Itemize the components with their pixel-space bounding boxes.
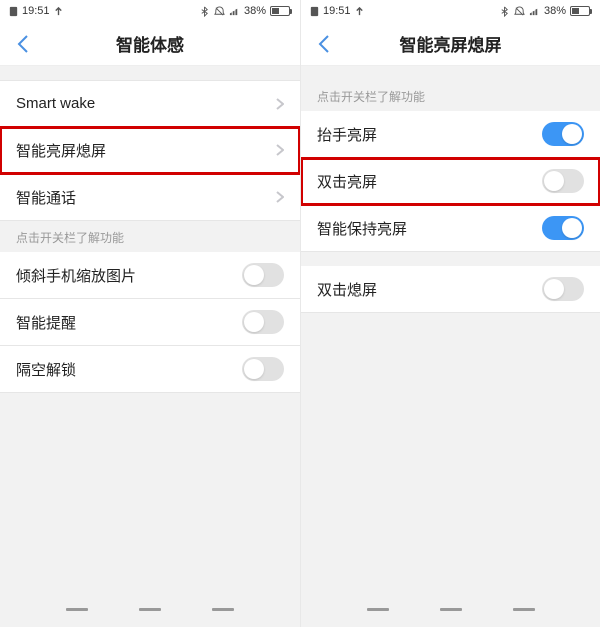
nav-bar — [0, 597, 300, 621]
nav-bar — [301, 597, 600, 621]
row-label: 隔空解锁 — [16, 359, 76, 380]
section-hint: 点击开关栏了解功能 — [0, 221, 300, 252]
row-smart-call[interactable]: 智能通话 — [0, 174, 300, 221]
chevron-left-icon — [16, 34, 30, 54]
row-smart-remind[interactable]: 智能提醒 — [0, 299, 300, 346]
row-label: 抬手亮屏 — [317, 124, 377, 145]
arrow-up-icon — [354, 6, 365, 17]
nav-home[interactable] — [139, 608, 161, 611]
toggle-smart-stay[interactable] — [542, 216, 584, 240]
phone-left: 19:51 38% 智能体感 Smart wake 智能亮屏熄屏 智能通 — [0, 0, 300, 627]
page-title: 智能体感 — [116, 31, 184, 56]
battery-icon — [270, 6, 292, 16]
bluetooth-icon — [199, 6, 210, 17]
dnd-icon — [514, 6, 525, 17]
nav-back[interactable] — [367, 608, 389, 611]
row-label: 智能通话 — [16, 187, 76, 208]
toggle-tilt-zoom[interactable] — [242, 263, 284, 287]
status-bar: 19:51 38% — [0, 0, 300, 22]
battery-percent: 38% — [544, 5, 566, 17]
row-air-unlock[interactable]: 隔空解锁 — [0, 346, 300, 393]
nav-home[interactable] — [440, 608, 462, 611]
toggle-doubletap-off[interactable] — [542, 277, 584, 301]
section-hint: 点击开关栏了解功能 — [301, 80, 600, 111]
arrow-up-icon — [53, 6, 64, 17]
row-smart-stay[interactable]: 智能保持亮屏 — [301, 205, 600, 252]
nav-back[interactable] — [66, 608, 88, 611]
nav-recent[interactable] — [212, 608, 234, 611]
row-label: 智能亮屏熄屏 — [16, 140, 106, 161]
sim-icon — [8, 6, 19, 17]
content-area: 点击开关栏了解功能 抬手亮屏 双击亮屏 智能保持亮屏 双击熄屏 — [301, 66, 600, 313]
row-doubletap-wake[interactable]: 双击亮屏 — [301, 158, 600, 205]
content-area: Smart wake 智能亮屏熄屏 智能通话 点击开关栏了解功能 倾斜手机缩放图… — [0, 66, 300, 393]
header: 智能亮屏熄屏 — [301, 22, 600, 66]
chevron-right-icon — [276, 144, 284, 156]
nav-recent[interactable] — [513, 608, 535, 611]
row-smart-screen[interactable]: 智能亮屏熄屏 — [0, 127, 300, 174]
bluetooth-icon — [499, 6, 510, 17]
row-tilt-zoom[interactable]: 倾斜手机缩放图片 — [0, 252, 300, 299]
status-time: 19:51 — [323, 5, 351, 17]
row-doubletap-off[interactable]: 双击熄屏 — [301, 266, 600, 313]
signal-icon — [529, 6, 540, 17]
toggle-smart-remind[interactable] — [242, 310, 284, 334]
battery-percent: 38% — [244, 5, 266, 17]
dnd-icon — [214, 6, 225, 17]
chevron-right-icon — [276, 191, 284, 203]
battery-icon — [570, 6, 592, 16]
row-label: 双击熄屏 — [317, 279, 377, 300]
page-title: 智能亮屏熄屏 — [400, 31, 502, 56]
chevron-left-icon — [317, 34, 331, 54]
phone-right: 19:51 38% 智能亮屏熄屏 点击开关栏了解功能 抬手亮屏 双击亮屏 — [300, 0, 600, 627]
section-gap — [301, 252, 600, 266]
back-button[interactable] — [309, 22, 339, 66]
row-label: Smart wake — [16, 95, 95, 112]
row-label: 双击亮屏 — [317, 171, 377, 192]
row-label: 倾斜手机缩放图片 — [16, 265, 136, 286]
status-time: 19:51 — [22, 5, 50, 17]
status-bar: 19:51 38% — [301, 0, 600, 22]
row-smart-wake[interactable]: Smart wake — [0, 80, 300, 127]
toggle-air-unlock[interactable] — [242, 357, 284, 381]
header: 智能体感 — [0, 22, 300, 66]
toggle-raise-wake[interactable] — [542, 122, 584, 146]
toggle-doubletap-wake[interactable] — [542, 169, 584, 193]
sim-icon — [309, 6, 320, 17]
row-label: 智能保持亮屏 — [317, 218, 407, 239]
chevron-right-icon — [276, 98, 284, 110]
row-raise-wake[interactable]: 抬手亮屏 — [301, 111, 600, 158]
row-label: 智能提醒 — [16, 312, 76, 333]
back-button[interactable] — [8, 22, 38, 66]
signal-icon — [229, 6, 240, 17]
